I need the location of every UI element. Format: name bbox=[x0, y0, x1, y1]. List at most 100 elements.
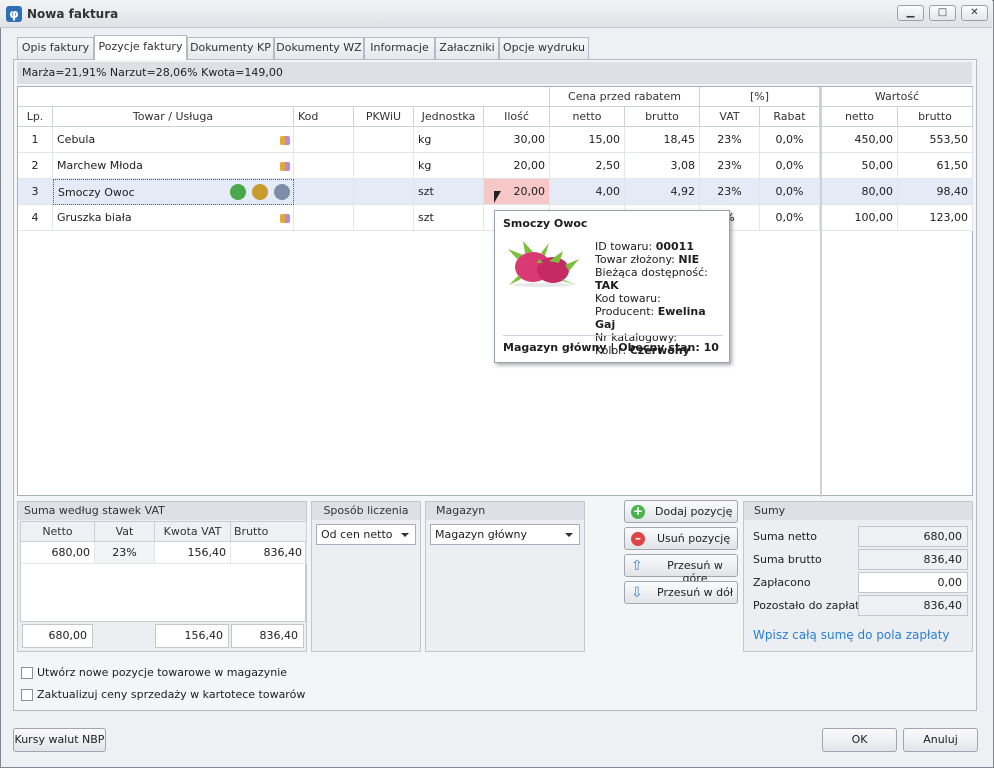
create-items-checkbox[interactable] bbox=[21, 667, 33, 679]
col-header-vat[interactable]: VAT bbox=[700, 107, 760, 127]
cell-rabat[interactable]: 0,0% bbox=[760, 153, 820, 179]
grid-group-header-blank bbox=[18, 87, 550, 107]
cell-name[interactable]: Cebula bbox=[53, 127, 294, 153]
cell-qty[interactable]: 30,00 bbox=[484, 127, 550, 153]
remove-item-button[interactable]: – Usuń pozycję bbox=[624, 527, 738, 550]
cell-rabat[interactable]: 0,0% bbox=[760, 205, 820, 231]
table-row[interactable]: 1 Cebula kg 30,00 15,00 18,45 23% 0,0% 450,00 553… bbox=[18, 127, 973, 153]
col-header-jednostka[interactable]: Jednostka bbox=[414, 107, 484, 127]
cell-name[interactable]: Gruszka biała bbox=[53, 205, 294, 231]
cell-vat[interactable]: 23% bbox=[700, 179, 760, 205]
plus-icon: + bbox=[631, 504, 645, 519]
col-header-wartosc-netto[interactable]: netto bbox=[822, 107, 898, 127]
cell-unit[interactable]: szt bbox=[414, 179, 484, 205]
cell-unit[interactable]: kg bbox=[414, 127, 484, 153]
col-header-ilosc[interactable]: Ilość bbox=[484, 107, 550, 127]
col-header-brutto[interactable]: brutto bbox=[625, 107, 700, 127]
col-header-pkwiu[interactable]: PKWiU bbox=[354, 107, 414, 127]
cell-lp[interactable]: 4 bbox=[18, 205, 53, 231]
fill-payment-link[interactable]: Wpisz całą sumę do pola zapłaty bbox=[753, 628, 950, 642]
move-up-button[interactable]: ⇧ Przesuń w górę bbox=[624, 554, 738, 585]
price-icon[interactable] bbox=[230, 184, 246, 200]
move-down-button[interactable]: ⇩ Przesuń w dół bbox=[624, 581, 738, 604]
tab-opcje-wydruku[interactable]: Opcje wydruku bbox=[499, 37, 589, 59]
cell-pkwiu[interactable] bbox=[354, 127, 414, 153]
margin-summary-bar: Marża=21,91% Narzut=28,06% Kwota=149,00 bbox=[17, 62, 972, 84]
cell-vat[interactable]: 23% bbox=[700, 153, 760, 179]
sum-brutto-value: 836,40 bbox=[858, 549, 968, 570]
ok-button[interactable]: OK bbox=[822, 728, 897, 752]
tooltip-divider bbox=[503, 335, 723, 336]
cell-w_brutto[interactable]: 123,00 bbox=[898, 205, 973, 231]
sum-brutto-label: Suma brutto bbox=[753, 553, 822, 566]
maximize-icon: □ bbox=[937, 7, 948, 18]
cell-netto[interactable]: 2,50 bbox=[550, 153, 625, 179]
cell-netto[interactable]: 4,00 bbox=[550, 179, 625, 205]
cell-lp[interactable]: 3 bbox=[18, 179, 53, 205]
cell-vat[interactable]: 23% bbox=[700, 127, 760, 153]
update-prices-label: Zaktualizuj ceny sprzedaży w kartotece t… bbox=[37, 688, 306, 701]
cell-brutto[interactable]: 3,08 bbox=[625, 153, 700, 179]
table-row[interactable]: 2 Marchew Młoda kg 20,00 2,50 3,08 23% 0,0% 50,0… bbox=[18, 153, 973, 179]
nbp-rates-button[interactable]: Kursy walut NBP bbox=[13, 728, 106, 752]
tooltip-stock: Magazyn główny | Obecny stan: 10 bbox=[503, 341, 719, 354]
moneybag-icon[interactable] bbox=[252, 184, 268, 200]
cell-rabat[interactable]: 0,0% bbox=[760, 179, 820, 205]
tooltip-line-value: 00011 bbox=[655, 240, 694, 253]
vat-col-netto: Netto bbox=[21, 522, 95, 542]
cell-pkwiu[interactable] bbox=[354, 205, 414, 231]
update-prices-checkbox[interactable] bbox=[21, 689, 33, 701]
tab-pozycje-faktury[interactable]: Pozycje faktury bbox=[94, 35, 187, 60]
paid-input[interactable]: 0,00 bbox=[858, 572, 968, 593]
minimize-button[interactable]: ▁ bbox=[897, 5, 924, 21]
cell-netto[interactable]: 15,00 bbox=[550, 127, 625, 153]
add-item-label: Dodaj pozycję bbox=[655, 505, 733, 518]
cell-brutto[interactable]: 4,92 bbox=[625, 179, 700, 205]
calc-method-value: Od cen netto bbox=[321, 528, 393, 541]
close-button[interactable]: ✕ bbox=[961, 5, 988, 21]
cell-lp[interactable]: 2 bbox=[18, 153, 53, 179]
wrench-icon[interactable] bbox=[274, 184, 290, 200]
cell-qty[interactable]: 20,00 bbox=[484, 153, 550, 179]
move-down-label: Przesuń w dół bbox=[657, 586, 734, 599]
cell-lp[interactable]: 1 bbox=[18, 127, 53, 153]
vat-row-brutto: 836,40 bbox=[231, 542, 307, 564]
col-header-rabat[interactable]: Rabat bbox=[760, 107, 820, 127]
tab-informacje[interactable]: Informacje bbox=[364, 37, 435, 59]
col-header-kod[interactable]: Kod bbox=[294, 107, 354, 127]
mouse-cursor-icon bbox=[494, 191, 501, 203]
cell-w_brutto[interactable]: 553,50 bbox=[898, 127, 973, 153]
warehouse-select[interactable]: Magazyn główny bbox=[430, 524, 580, 545]
col-header-netto[interactable]: netto bbox=[550, 107, 625, 127]
cell-w_netto[interactable]: 100,00 bbox=[822, 205, 898, 231]
cell-w_brutto[interactable]: 98,40 bbox=[898, 179, 973, 205]
col-header-towar[interactable]: Towar / Usługa bbox=[53, 107, 294, 127]
tooltip-details: ID towaru: 00011 Towar złożony: NIE Bieżąc… bbox=[595, 240, 729, 357]
cell-code[interactable] bbox=[294, 153, 354, 179]
tab-zalaczniki[interactable]: Załaczniki bbox=[435, 37, 499, 59]
col-header-lp[interactable]: Lp. bbox=[18, 107, 53, 127]
cell-rabat[interactable]: 0,0% bbox=[760, 127, 820, 153]
cell-code[interactable] bbox=[294, 179, 354, 205]
add-item-button[interactable]: + Dodaj pozycję bbox=[624, 500, 738, 523]
cell-unit[interactable]: kg bbox=[414, 153, 484, 179]
calc-method-select[interactable]: Od cen netto bbox=[316, 524, 416, 545]
cell-pkwiu[interactable] bbox=[354, 179, 414, 205]
cell-brutto[interactable]: 18,45 bbox=[625, 127, 700, 153]
cell-w_brutto[interactable]: 61,50 bbox=[898, 153, 973, 179]
cell-pkwiu[interactable] bbox=[354, 153, 414, 179]
cell-unit[interactable]: szt bbox=[414, 205, 484, 231]
tab-dokumenty-wz[interactable]: Dokumenty WZ bbox=[274, 37, 364, 59]
cell-w_netto[interactable]: 50,00 bbox=[822, 153, 898, 179]
tooltip-line-label: Bieżąca dostępność: bbox=[595, 266, 708, 279]
maximize-button[interactable]: □ bbox=[929, 5, 956, 21]
tab-opis-faktury[interactable]: Opis faktury bbox=[17, 37, 94, 59]
col-header-wartosc-brutto[interactable]: brutto bbox=[898, 107, 973, 127]
cell-w_netto[interactable]: 450,00 bbox=[822, 127, 898, 153]
cell-name[interactable]: Marchew Młoda bbox=[53, 153, 294, 179]
cell-code[interactable] bbox=[294, 127, 354, 153]
cell-w_netto[interactable]: 80,00 bbox=[822, 179, 898, 205]
cell-code[interactable] bbox=[294, 205, 354, 231]
tab-dokumenty-kp[interactable]: Dokumenty KP bbox=[187, 37, 274, 59]
cancel-button[interactable]: Anuluj bbox=[903, 728, 978, 752]
